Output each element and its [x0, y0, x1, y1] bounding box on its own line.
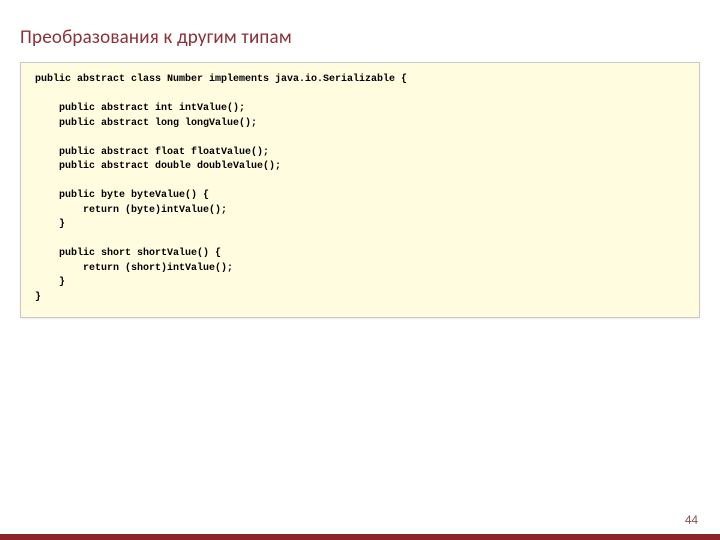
page-number: 44	[685, 513, 698, 528]
code-block: public abstract class Number implements …	[20, 62, 700, 318]
footer-bar	[0, 534, 720, 540]
slide-title: Преобразования к другим типам	[20, 26, 292, 49]
